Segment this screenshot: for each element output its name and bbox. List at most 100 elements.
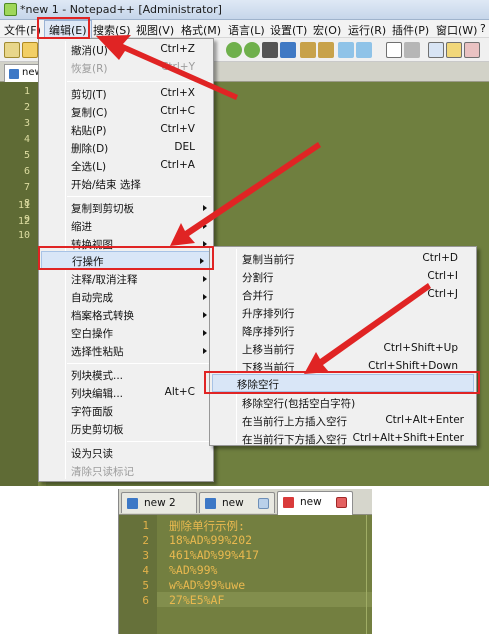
- line-number: 3: [142, 549, 149, 562]
- edit-menu-clipboard-history[interactable]: 历史剪切板: [39, 420, 213, 438]
- edit-menu-indent[interactable]: 缩进: [39, 217, 213, 235]
- edit-menu-line-operations[interactable]: 行操作: [41, 251, 211, 269]
- document-icon: [205, 498, 216, 509]
- menu-language[interactable]: 语言(L): [228, 22, 265, 38]
- line-number: 6: [23, 166, 30, 177]
- submenu-arrow-icon: [203, 312, 207, 318]
- sync-scroll-icon[interactable]: [338, 42, 354, 58]
- edit-menu-clear-read-only[interactable]: 清除只读标记: [39, 462, 213, 480]
- edit-menu-select-all[interactable]: 全选(L) Ctrl+A: [39, 157, 213, 175]
- notepadpp-app-icon: [4, 3, 17, 16]
- menu-separator: [67, 363, 211, 364]
- document-tab-strip: new 2 new new: [119, 489, 372, 515]
- zoom-out-icon[interactable]: [318, 42, 334, 58]
- edit-menu-undo[interactable]: 撤消(U) Ctrl+Z: [39, 41, 213, 59]
- edit-menu-column-mode[interactable]: 列块模式...: [39, 366, 213, 384]
- edit-menu-set-read-only[interactable]: 设为只读: [39, 444, 213, 462]
- tab-new-active[interactable]: new: [277, 491, 353, 515]
- line-number: 5: [23, 150, 30, 161]
- zoom-in-icon[interactable]: [300, 42, 316, 58]
- result-editor-screenshot: new 2 new new 1 2 3 4 5 6 删除单行示例: 18%AD%…: [118, 489, 372, 634]
- menu-view[interactable]: 视图(V): [136, 22, 174, 38]
- line-number: 11: [17, 200, 30, 211]
- line-ops-sort-ascending[interactable]: 升序排列行: [210, 304, 476, 322]
- menu-format[interactable]: 格式(M): [181, 22, 221, 38]
- menu-separator: [67, 196, 211, 197]
- redo-icon[interactable]: [244, 42, 260, 58]
- new-file-icon[interactable]: [4, 42, 20, 58]
- line-ops-split-lines[interactable]: 分割行 Ctrl+I: [210, 268, 476, 286]
- edit-menu-auto-complete[interactable]: 自动完成: [39, 288, 213, 306]
- line-number: 4: [142, 564, 149, 577]
- pilcrow-icon[interactable]: [404, 42, 420, 58]
- title-bar: *new 1 - Notepad++ [Administrator]: [0, 0, 489, 20]
- line-number: 2: [23, 102, 30, 113]
- line-ops-insert-blank-below[interactable]: 在当前行下方插入空行 Ctrl+Alt+Shift+Enter: [210, 430, 476, 448]
- submenu-arrow-icon: [203, 241, 207, 247]
- submenu-arrow-icon: [203, 330, 207, 336]
- menu-plugins[interactable]: 插件(P): [392, 22, 429, 38]
- line-ops-move-up[interactable]: 上移当前行 Ctrl+Shift+Up: [210, 340, 476, 358]
- menu-edit[interactable]: 编辑(E): [44, 20, 92, 40]
- edit-menu-paste-special[interactable]: 选择性粘贴: [39, 342, 213, 360]
- close-tab-icon[interactable]: [258, 498, 269, 509]
- menu-separator: [67, 81, 211, 82]
- menu-window[interactable]: 窗口(W): [436, 22, 477, 38]
- edit-menu-eol-conversion[interactable]: 档案格式转换: [39, 306, 213, 324]
- show-all-chars-icon[interactable]: [386, 42, 402, 58]
- edit-menu-paste[interactable]: 粘贴(P) Ctrl+V: [39, 121, 213, 139]
- tab-new[interactable]: new: [199, 492, 275, 513]
- line-ops-sort-descending[interactable]: 降序排列行: [210, 322, 476, 340]
- open-folder-icon[interactable]: [22, 42, 38, 58]
- editor-area[interactable]: 1 2 3 4 5 6 删除单行示例: 18%AD%99%202 461%AD%…: [119, 515, 372, 634]
- submenu-arrow-icon: [203, 223, 207, 229]
- submenu-arrow-icon: [203, 294, 207, 300]
- submenu-arrow-icon: [200, 258, 204, 264]
- edit-menu-copy-to-clipboard[interactable]: 复制到剪切板: [39, 199, 213, 217]
- submenu-arrow-icon: [203, 348, 207, 354]
- undo-icon[interactable]: [226, 42, 242, 58]
- wrap-icon[interactable]: [356, 42, 372, 58]
- document-icon: [127, 498, 138, 509]
- line-ops-insert-blank-above[interactable]: 在当前行上方插入空行 Ctrl+Alt+Enter: [210, 412, 476, 430]
- window-title: *new 1 - Notepad++ [Administrator]: [20, 3, 222, 16]
- line-ops-duplicate-line[interactable]: 复制当前行 Ctrl+D: [210, 250, 476, 268]
- menu-settings[interactable]: 设置(T): [270, 22, 307, 38]
- edit-menu-character-panel[interactable]: 字符面版: [39, 402, 213, 420]
- menu-macro[interactable]: 宏(O): [313, 22, 341, 38]
- line-number: 1: [142, 519, 149, 532]
- print-icon[interactable]: [262, 42, 278, 58]
- menu-help[interactable]: ?: [480, 22, 486, 35]
- find-icon[interactable]: [280, 42, 296, 58]
- line-number: 12: [17, 216, 30, 227]
- line-ops-join-lines[interactable]: 合并行 Ctrl+J: [210, 286, 476, 304]
- menu-run[interactable]: 运行(R): [348, 22, 386, 38]
- line-number: 4: [23, 134, 30, 145]
- edit-menu-cut[interactable]: 剪切(T) Ctrl+X: [39, 85, 213, 103]
- line-ops-remove-empty-lines-blank[interactable]: 移除空行(包括空白字符): [210, 394, 476, 412]
- menu-file[interactable]: 文件(F): [4, 22, 41, 38]
- macro-record-icon[interactable]: [446, 42, 462, 58]
- code-line: w%AD%99%uwe: [169, 578, 246, 592]
- edit-menu-redo[interactable]: 恢复(R) Ctrl+Y: [39, 59, 213, 77]
- edit-menu-delete[interactable]: 删除(D) DEL: [39, 139, 213, 157]
- close-tab-icon[interactable]: [336, 497, 347, 508]
- edit-menu-column-editor[interactable]: 列块编辑... Alt+C: [39, 384, 213, 402]
- menu-search[interactable]: 搜索(S): [93, 22, 131, 38]
- indent-guide-icon[interactable]: [428, 42, 444, 58]
- edit-menu-dropdown: 撤消(U) Ctrl+Z 恢复(R) Ctrl+Y 剪切(T) Ctrl+X 复制(C…: [38, 38, 214, 482]
- edit-menu-comment[interactable]: 注释/取消注释: [39, 270, 213, 288]
- edit-menu-blank-operations[interactable]: 空白操作: [39, 324, 213, 342]
- code-line: 18%AD%99%202: [169, 533, 253, 547]
- edit-menu-copy[interactable]: 复制(C) Ctrl+C: [39, 103, 213, 121]
- code-line: 删除单行示例:: [169, 519, 245, 533]
- tab-new-2[interactable]: new 2: [121, 492, 197, 513]
- document-icon: [9, 69, 19, 79]
- unsaved-document-icon: [283, 497, 294, 508]
- line-number-gutter: 1 2 3 4 5 6: [119, 515, 157, 634]
- macro-stop-icon[interactable]: [464, 42, 480, 58]
- edit-menu-begin-end-select[interactable]: 开始/结束 选择: [39, 175, 213, 193]
- line-number: 5: [142, 579, 149, 592]
- line-ops-remove-empty-lines[interactable]: 移除空行: [212, 374, 474, 392]
- code-line: %AD%99%: [169, 563, 218, 577]
